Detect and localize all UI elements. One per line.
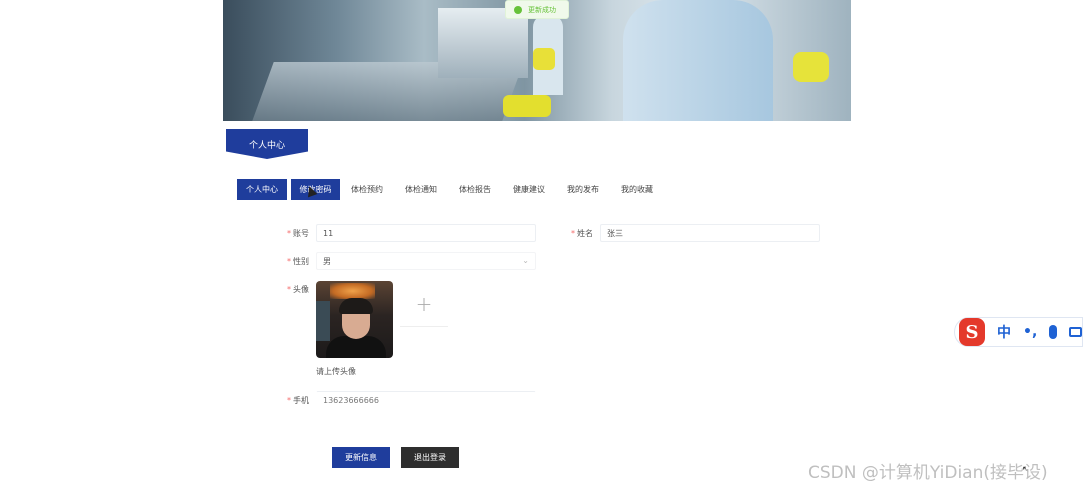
check-circle-icon xyxy=(514,5,522,14)
tab-health-advice[interactable]: 健康建议 xyxy=(502,179,556,200)
sogou-logo-icon[interactable]: S xyxy=(959,318,985,346)
watermark: CSDN @计算机YiDian(接毕设) xyxy=(808,463,1048,483)
plus-icon: + xyxy=(415,291,433,316)
microphone-icon[interactable] xyxy=(1049,325,1057,339)
banner-yellow-item xyxy=(503,95,551,117)
account-label: * 账号 xyxy=(287,229,309,238)
keyboard-icon[interactable] xyxy=(1068,327,1082,337)
chinese-mode-toggle[interactable]: 中 xyxy=(997,322,1011,342)
profile-tabs: 个人中心 修改密码 体检预约 体检通知 体检报告 健康建议 我的发布 我的收藏 xyxy=(237,179,664,200)
avatar-image[interactable] xyxy=(316,281,393,358)
success-toast: 更新成功 xyxy=(505,0,569,19)
avatar-upload-hint: 请上传头像 xyxy=(316,367,356,376)
phone-input[interactable]: 13623666666 xyxy=(316,391,536,409)
page-root: 更新成功 个人中心 个人中心 修改密码 体检预约 体检通知 体检报告 健康建议 … xyxy=(0,0,1083,488)
account-input[interactable]: 11 xyxy=(316,224,536,242)
ime-toolbar: S 中 •, xyxy=(954,317,1083,347)
banner-yellow-item xyxy=(533,48,555,70)
tab-my-posts[interactable]: 我的发布 xyxy=(556,179,610,200)
avatar-label: * 头像 xyxy=(287,285,309,294)
name-label: * 姓名 xyxy=(571,229,593,238)
tab-exam-report[interactable]: 体检报告 xyxy=(448,179,502,200)
name-input[interactable]: 张三 xyxy=(600,224,820,242)
punctuation-toggle[interactable]: •, xyxy=(1023,324,1037,340)
toast-message: 更新成功 xyxy=(528,5,556,14)
update-info-button[interactable]: 更新信息 xyxy=(332,447,390,468)
banner-lab-worker xyxy=(623,0,773,121)
tab-exam-notice[interactable]: 体检通知 xyxy=(394,179,448,200)
tab-my-favorites[interactable]: 我的收藏 xyxy=(610,179,664,200)
tab-profile[interactable]: 个人中心 xyxy=(237,179,287,200)
section-title: 个人中心 xyxy=(226,129,308,159)
tab-exam-booking[interactable]: 体检预约 xyxy=(340,179,394,200)
logout-button[interactable]: 退出登录 xyxy=(401,447,459,468)
phone-label: * 手机 xyxy=(287,396,309,405)
chevron-down-icon: ⌄ xyxy=(522,256,529,265)
banner-yellow-bag xyxy=(793,52,829,82)
gender-label: * 性别 xyxy=(287,257,309,266)
avatar-upload-button[interactable]: + xyxy=(400,281,448,327)
gender-select[interactable]: 男 ⌄ xyxy=(316,252,536,270)
